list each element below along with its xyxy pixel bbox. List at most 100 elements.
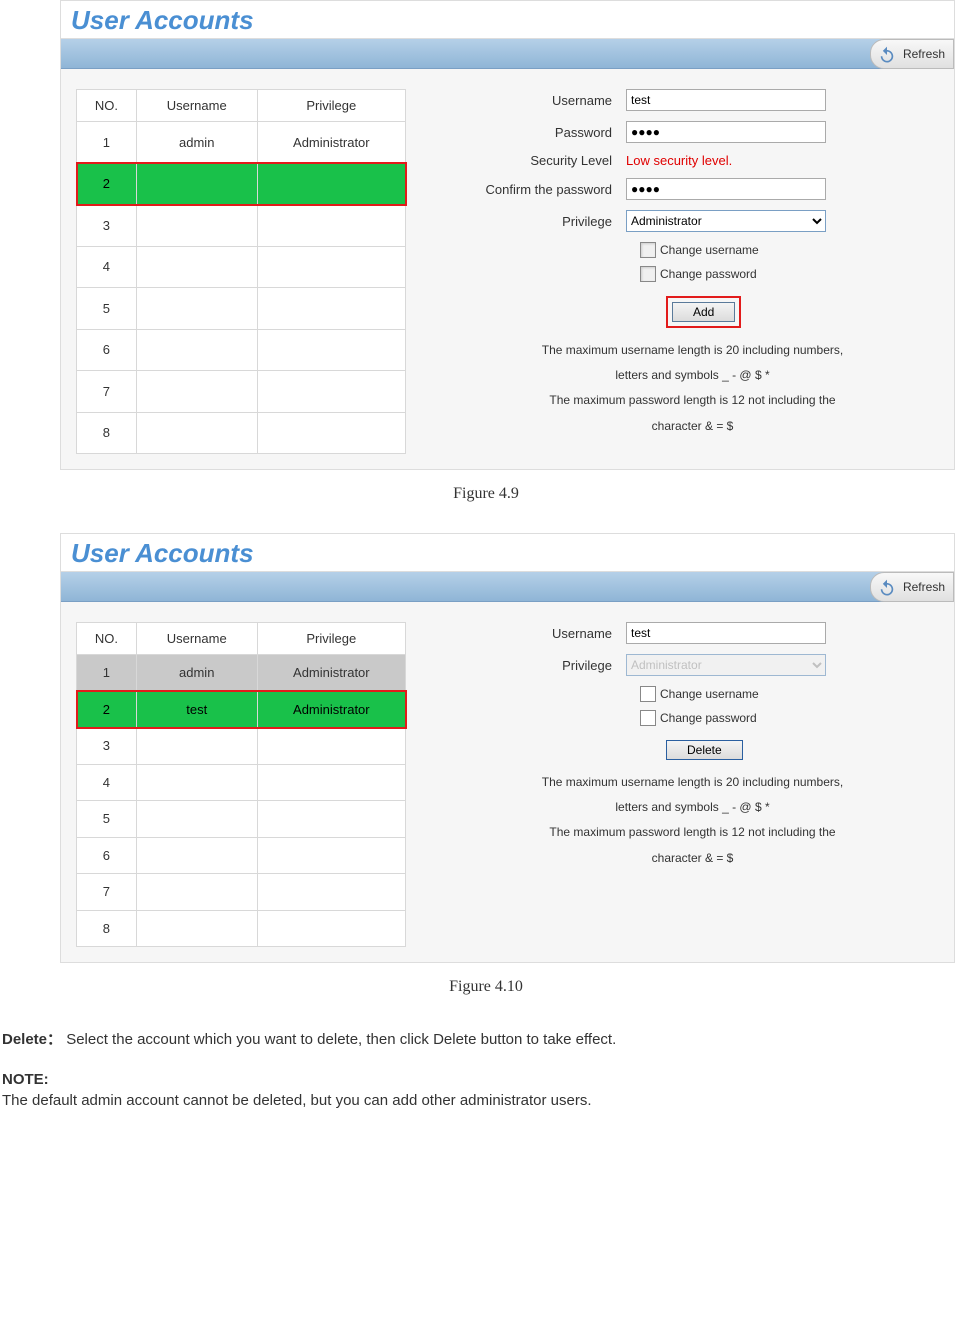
figure-4-10-panel: User Accounts Refresh NO. Username Privi… xyxy=(60,533,955,963)
cell-privilege xyxy=(257,728,405,765)
cell-username xyxy=(136,764,257,801)
refresh-icon xyxy=(877,578,897,598)
security-level-label: Security Level xyxy=(446,153,626,168)
delete-button[interactable]: Delete xyxy=(666,740,743,760)
password-input[interactable] xyxy=(626,121,826,143)
privilege-select: Administrator xyxy=(626,654,826,676)
cell-no: 6 xyxy=(77,837,137,874)
change-username-checkbox[interactable] xyxy=(640,686,656,702)
table-row[interactable]: 6 xyxy=(77,837,406,874)
privilege-label: Privilege xyxy=(446,658,626,673)
table-row[interactable]: 1adminAdministrator xyxy=(77,122,406,164)
cell-username xyxy=(136,801,257,838)
cell-privilege xyxy=(257,205,405,247)
cell-privilege xyxy=(257,837,405,874)
change-password-checkbox[interactable] xyxy=(640,710,656,726)
panel-content: NO. Username Privilege 1adminAdministrat… xyxy=(61,69,954,469)
security-level-value: Low security level. xyxy=(626,153,732,168)
user-form: Username Password Security Level Low sec… xyxy=(446,89,939,454)
refresh-icon xyxy=(877,45,897,65)
cell-username xyxy=(136,205,257,247)
cell-no: 1 xyxy=(77,655,137,692)
change-password-checkbox[interactable] xyxy=(640,266,656,282)
cell-no: 4 xyxy=(77,246,137,288)
cell-no: 5 xyxy=(77,801,137,838)
delete-text: Select the account which you want to del… xyxy=(66,1031,616,1048)
cell-no: 2 xyxy=(77,163,137,205)
toolbar: Refresh xyxy=(61,39,954,69)
refresh-button[interactable]: Refresh xyxy=(870,572,954,602)
username-input[interactable] xyxy=(626,89,826,111)
table-row[interactable]: 5 xyxy=(77,801,406,838)
cell-privilege xyxy=(257,371,405,413)
cell-no: 3 xyxy=(77,728,137,765)
change-username-label: Change username xyxy=(660,243,759,257)
add-button-highlight: Add xyxy=(666,296,741,328)
username-label: Username xyxy=(446,93,626,108)
cell-no: 3 xyxy=(77,205,137,247)
cell-no: 8 xyxy=(77,412,137,454)
toolbar: Refresh xyxy=(61,572,954,602)
table-header-row: NO. Username Privilege xyxy=(77,623,406,655)
col-no: NO. xyxy=(77,90,137,122)
privilege-select[interactable]: Administrator xyxy=(626,210,826,232)
table-row[interactable]: 4 xyxy=(77,246,406,288)
table-row[interactable]: 7 xyxy=(77,874,406,911)
col-privilege: Privilege xyxy=(257,623,405,655)
table-row[interactable]: 8 xyxy=(77,412,406,454)
cell-no: 8 xyxy=(77,910,137,947)
cell-no: 1 xyxy=(77,122,137,164)
table-row[interactable]: 2testAdministrator xyxy=(77,691,406,728)
cell-privilege xyxy=(257,246,405,288)
figure-caption: Figure 4.10 xyxy=(0,978,972,996)
refresh-button[interactable]: Refresh xyxy=(870,39,954,69)
cell-privilege xyxy=(257,412,405,454)
cell-username: admin xyxy=(136,655,257,692)
table-row[interactable]: 5 xyxy=(77,288,406,330)
username-input[interactable] xyxy=(626,622,826,644)
cell-username xyxy=(136,329,257,371)
cell-username xyxy=(136,163,257,205)
note-body: The default admin account cannot be dele… xyxy=(2,1092,970,1109)
col-username: Username xyxy=(136,623,257,655)
table-row[interactable]: 6 xyxy=(77,329,406,371)
cell-no: 7 xyxy=(77,874,137,911)
cell-no: 2 xyxy=(77,691,137,728)
cell-username xyxy=(136,246,257,288)
cell-no: 4 xyxy=(77,764,137,801)
confirm-password-input[interactable] xyxy=(626,178,826,200)
cell-username: test xyxy=(136,691,257,728)
change-username-checkbox[interactable] xyxy=(640,242,656,258)
table-row[interactable]: 1adminAdministrator xyxy=(77,655,406,692)
cell-privilege xyxy=(257,163,405,205)
table-row[interactable]: 8 xyxy=(77,910,406,947)
users-table: NO. Username Privilege 1adminAdministrat… xyxy=(76,89,406,454)
table-row[interactable]: 2 xyxy=(77,163,406,205)
cell-username: admin xyxy=(136,122,257,164)
panel-title: User Accounts xyxy=(61,534,954,572)
add-button[interactable]: Add xyxy=(672,302,735,322)
table-header-row: NO. Username Privilege xyxy=(77,90,406,122)
cell-username xyxy=(136,874,257,911)
cell-privilege: Administrator xyxy=(257,655,405,692)
cell-privilege: Administrator xyxy=(257,122,405,164)
hint-text: The maximum username length is 20 includ… xyxy=(446,338,939,439)
table-row[interactable]: 3 xyxy=(77,728,406,765)
cell-username xyxy=(136,371,257,413)
delete-paragraph: Delete： Select the account which you wan… xyxy=(2,1026,970,1053)
figure-4-9-panel: User Accounts Refresh NO. Username Privi… xyxy=(60,0,955,470)
cell-username xyxy=(136,728,257,765)
cell-username xyxy=(136,288,257,330)
col-privilege: Privilege xyxy=(257,90,405,122)
cell-no: 7 xyxy=(77,371,137,413)
password-label: Password xyxy=(446,125,626,140)
cell-privilege xyxy=(257,764,405,801)
hint-text: The maximum username length is 20 includ… xyxy=(446,770,939,871)
table-row[interactable]: 7 xyxy=(77,371,406,413)
confirm-password-label: Confirm the password xyxy=(446,182,626,197)
table-row[interactable]: 3 xyxy=(77,205,406,247)
table-row[interactable]: 4 xyxy=(77,764,406,801)
panel-title: User Accounts xyxy=(61,1,954,39)
col-no: NO. xyxy=(77,623,137,655)
cell-privilege xyxy=(257,874,405,911)
